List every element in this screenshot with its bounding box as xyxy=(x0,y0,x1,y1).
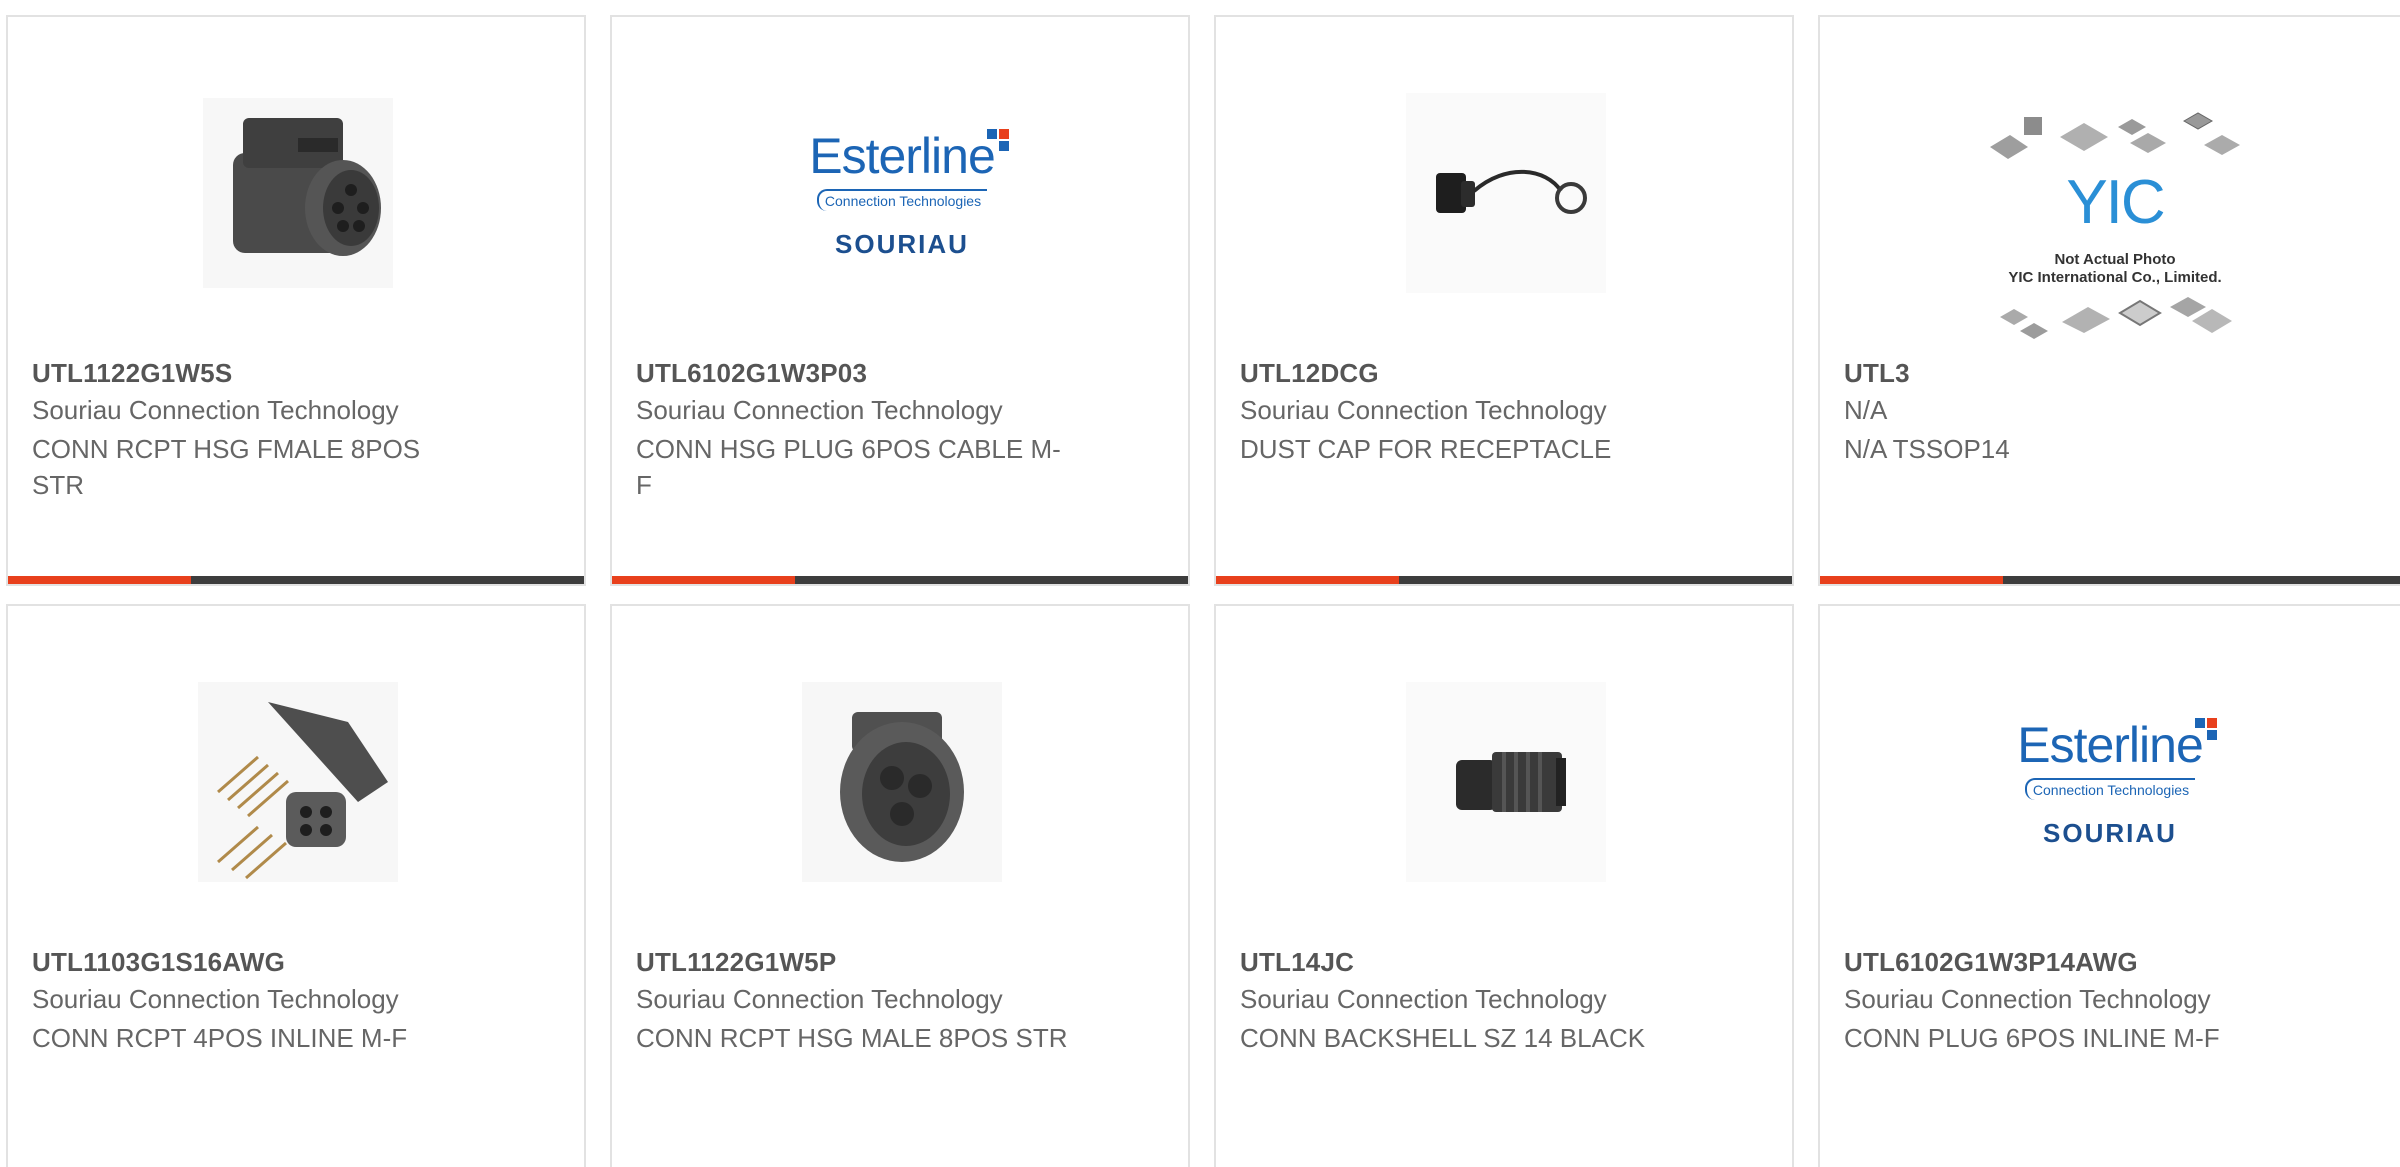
product-card[interactable]: UTL1122G1W5S Souriau Connection Technolo… xyxy=(6,15,586,586)
dust-cap-icon xyxy=(1406,93,1606,293)
description: CONN RCPT 4POS INLINE M-F xyxy=(32,1023,408,1053)
description: CONN BACKSHELL SZ 14 BLACK xyxy=(1240,1023,1646,1053)
product-image[interactable] xyxy=(198,682,398,882)
product-grid: UTL1122G1W5S Souriau Connection Technolo… xyxy=(0,0,2400,1167)
card-underline-accent xyxy=(8,576,191,584)
yic-company-note: YIC International Co., Limited. xyxy=(2008,269,2222,286)
product-card[interactable]: UTL12DCG Souriau Connection Technology D… xyxy=(1214,15,1794,586)
product-card[interactable]: UTL1103G1S16AWG Souriau Connection Techn… xyxy=(6,604,586,1167)
manufacturer: Souriau Connection Technology xyxy=(1844,984,2211,1014)
manufacturer: Souriau Connection Technology xyxy=(1240,984,1607,1014)
part-number[interactable]: UTL3 xyxy=(1844,358,1910,389)
connector-receptacle-female-icon xyxy=(203,98,393,288)
product-card[interactable]: UTL1122G1W5P Souriau Connection Technolo… xyxy=(610,604,1190,1167)
part-number[interactable]: UTL6102G1W3P14AWG xyxy=(1844,947,2138,978)
manufacturer: Souriau Connection Technology xyxy=(32,984,399,1014)
manufacturer: Souriau Connection Technology xyxy=(32,395,399,425)
yic-mark: YIC xyxy=(2066,168,2165,237)
product-card[interactable]: YIC Not Actual Photo YIC International C… xyxy=(1818,15,2400,586)
manufacturer: Souriau Connection Technology xyxy=(636,395,1003,425)
description: CONN HSG PLUG 6POS CABLE M-F xyxy=(636,434,1061,500)
product-image[interactable]: Esterline Connection Technologies SOURIA… xyxy=(802,93,1009,293)
part-number[interactable]: UTL1103G1S16AWG xyxy=(32,947,285,978)
manufacturer: Souriau Connection Technology xyxy=(1240,395,1607,425)
part-number[interactable]: UTL1122G1W5P xyxy=(636,947,836,978)
product-image[interactable] xyxy=(1406,93,1606,293)
product-image[interactable] xyxy=(1406,682,1606,882)
esterline-souriau-logo: Esterline Connection Technologies SOURIA… xyxy=(2010,682,2217,882)
esterline-wordmark: Esterline xyxy=(2017,716,2217,774)
product-image[interactable]: Esterline Connection Technologies SOURIA… xyxy=(2010,682,2217,882)
product-card[interactable]: UTL14JC Souriau Connection Technology CO… xyxy=(1214,604,1794,1167)
connector-receptacle-male-icon xyxy=(802,682,1002,882)
product-card[interactable]: Esterline Connection Technologies SOURIA… xyxy=(1818,604,2400,1167)
product-image[interactable]: YIC Not Actual Photo YIC International C… xyxy=(1980,97,2250,357)
esterline-wordmark: Esterline xyxy=(809,127,1009,185)
part-number[interactable]: UTL6102G1W3P03 xyxy=(636,358,867,389)
souriau-wordmark: SOURIAU xyxy=(2043,817,2177,848)
product-image[interactable] xyxy=(802,682,1002,882)
description: CONN RCPT HSG MALE 8POS STR xyxy=(636,1023,1068,1053)
souriau-wordmark: SOURIAU xyxy=(835,228,969,259)
card-underline xyxy=(612,576,1188,584)
product-image[interactable] xyxy=(198,93,398,293)
backshell-icon xyxy=(1406,682,1606,882)
card-underline-accent xyxy=(1820,576,2003,584)
part-number[interactable]: UTL1122G1W5S xyxy=(32,358,232,389)
not-actual-photo-note: Not Actual Photo xyxy=(2054,251,2176,268)
esterline-subtitle: Connection Technologies xyxy=(816,188,988,211)
manufacturer: Souriau Connection Technology xyxy=(636,984,1003,1014)
description: CONN RCPT HSG FMALE 8POS STR xyxy=(32,434,421,500)
esterline-souriau-logo: Esterline Connection Technologies SOURIA… xyxy=(802,93,1009,293)
product-card[interactable]: Esterline Connection Technologies SOURIA… xyxy=(610,15,1190,586)
yic-not-actual-photo-placeholder: YIC Not Actual Photo YIC International C… xyxy=(1980,107,2250,347)
esterline-subtitle: Connection Technologies xyxy=(2024,777,2196,800)
part-number[interactable]: UTL12DCG xyxy=(1240,358,1379,389)
card-underline-accent xyxy=(612,576,795,584)
card-underline xyxy=(1216,576,1792,584)
connector-kit-with-pins-icon xyxy=(198,682,398,882)
card-underline xyxy=(1820,576,2400,584)
card-underline xyxy=(8,576,584,584)
card-underline-accent xyxy=(1216,576,1399,584)
manufacturer: N/A xyxy=(1844,395,1888,425)
part-number[interactable]: UTL14JC xyxy=(1240,947,1354,978)
description: DUST CAP FOR RECEPTACLE xyxy=(1240,434,1612,464)
description: N/A TSSOP14 xyxy=(1844,434,2010,464)
description: CONN PLUG 6POS INLINE M-F xyxy=(1844,1023,2220,1053)
